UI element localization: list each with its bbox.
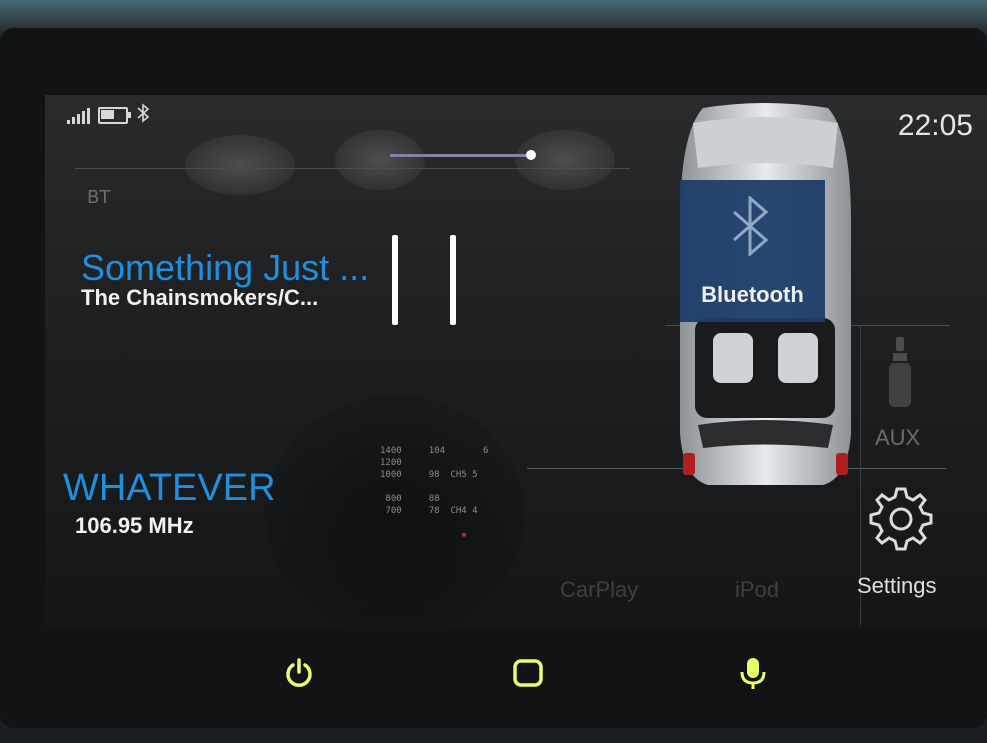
bluetooth-icon [136,103,150,128]
source-label: BT [87,187,111,208]
bluetooth-label: Bluetooth [701,282,804,307]
bluetooth-source-tile[interactable]: Bluetooth [680,180,825,322]
gear-icon[interactable] [867,485,935,553]
microphone-icon[interactable] [736,656,770,690]
artist-name: The Chainsmokers/C... [81,285,319,310]
track-progress-bar[interactable] [390,150,536,160]
radio-frequency: 106.95 MHz [75,513,194,538]
pause-icon [392,235,398,325]
pause-icon-bar [450,235,456,325]
home-icon[interactable] [511,656,545,690]
divider [75,168,630,169]
progress-handle[interactable] [526,150,536,160]
power-icon[interactable] [282,656,316,690]
reflection [185,135,295,195]
settings-label[interactable]: Settings [857,573,937,599]
carplay-label[interactable]: CarPlay [560,577,638,603]
ipod-label[interactable]: iPod [735,577,779,603]
signal-bars-icon [67,107,90,124]
status-bar [67,103,150,128]
song-title: Something Just ... [81,247,370,288]
reflected-gauge-cluster: 1400 104 6 1200 1000 98 CH5 5 800 88 700… [380,446,489,540]
reflection [515,130,615,190]
battery-icon [98,107,131,124]
infotainment-screen: 22:05 BT Something Just ... The Chainsmo… [45,95,987,628]
reflection [335,130,425,190]
clock: 22:05 [897,109,973,142]
aux-jack-icon [889,337,911,407]
aux-label[interactable]: AUX [875,425,920,451]
pause-button[interactable] [385,235,465,330]
bluetooth-icon [733,196,769,256]
radio-station-name: WHATEVER [63,467,276,509]
